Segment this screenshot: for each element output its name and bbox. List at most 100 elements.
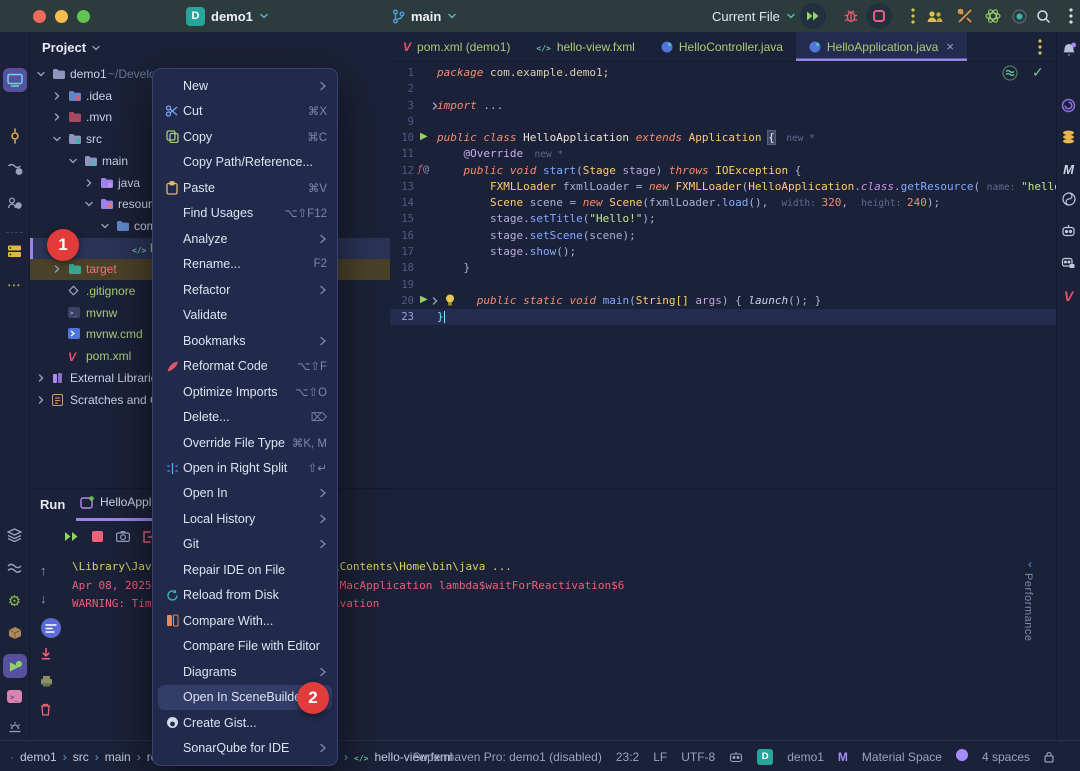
menu-item-validate[interactable]: Validate xyxy=(153,302,337,327)
menu-item-sonarqube-for-ide[interactable]: SonarQube for IDE xyxy=(153,736,337,761)
plugins-button[interactable] xyxy=(980,0,1006,32)
menu-item-local-history[interactable]: Local History xyxy=(153,506,337,531)
chevron-down-icon[interactable] xyxy=(68,156,78,166)
caret-position[interactable]: 23:2 xyxy=(616,750,639,764)
menu-item-paste[interactable]: Paste⌘V xyxy=(153,175,337,200)
line-ending-selector[interactable]: LF xyxy=(653,750,667,764)
indent-selector[interactable]: 4 spaces xyxy=(982,750,1030,764)
tool-stripe-terminal-button[interactable]: >_ xyxy=(0,690,29,703)
plugin-swirl-icon[interactable] xyxy=(1057,192,1080,206)
scroll-to-end-button[interactable] xyxy=(40,647,52,660)
menu-item-new[interactable]: New xyxy=(153,73,337,98)
minimize-window-button[interactable] xyxy=(55,10,68,23)
project-badge[interactable]: D xyxy=(757,748,773,765)
menu-item-copy-path-reference-[interactable]: Copy Path/Reference... xyxy=(153,149,337,174)
chevron-down-icon[interactable] xyxy=(100,221,110,231)
chevron-down-icon[interactable] xyxy=(84,199,94,209)
maven-v-icon[interactable]: V xyxy=(1057,288,1080,304)
project-switcher[interactable]: D demo1 xyxy=(186,0,269,32)
clear-console-button[interactable] xyxy=(40,703,51,716)
chevron-down-icon[interactable] xyxy=(36,69,46,79)
stop-button[interactable] xyxy=(866,0,892,32)
chevron-right-icon[interactable] xyxy=(52,91,62,101)
breadcrumb-item-demo1[interactable]: demo1 xyxy=(20,750,57,764)
tab-helloapplication-java[interactable]: HelloApplication.java× xyxy=(796,32,967,61)
menu-item-copy[interactable]: Copy⌘C xyxy=(153,124,337,149)
menu-item-create-gist-[interactable]: Create Gist... xyxy=(153,710,337,735)
ai-assistant-icon[interactable] xyxy=(1057,98,1080,113)
menu-item-compare-with-[interactable]: Compare With... xyxy=(153,608,337,633)
menu-item-override-file-type[interactable]: Override File Type⌘K, M xyxy=(153,430,337,455)
prev-occurrence-button[interactable]: ↑ xyxy=(40,563,47,578)
chevron-right-icon[interactable] xyxy=(52,112,62,122)
tool-stripe-commit-button[interactable] xyxy=(0,128,29,144)
notifications-bell-icon[interactable] xyxy=(1057,42,1080,58)
menu-item-refactor[interactable]: Refactor xyxy=(153,277,337,302)
tab-hellocontroller-java[interactable]: HelloController.java xyxy=(648,32,796,61)
rerun-button[interactable] xyxy=(64,531,79,542)
no-problems-check-icon[interactable]: ✓ xyxy=(1032,64,1044,81)
menu-item-diagrams[interactable]: Diagrams xyxy=(153,659,337,684)
inspections-widget-icon[interactable] xyxy=(1002,65,1018,81)
screen-record-button[interactable] xyxy=(1006,0,1032,32)
chevron-right-icon[interactable] xyxy=(36,373,46,383)
menu-item-bookmarks[interactable]: Bookmarks xyxy=(153,328,337,353)
run-line-icon[interactable]: ▶ xyxy=(420,131,428,142)
chevron-down-icon[interactable] xyxy=(52,134,62,144)
run-button[interactable] xyxy=(800,0,826,32)
close-window-button[interactable] xyxy=(33,10,46,23)
ai-chat-icon[interactable] xyxy=(1057,256,1080,270)
tool-stripe-run-button[interactable]: ▶ xyxy=(0,654,29,678)
readonly-lock-icon[interactable] xyxy=(1044,751,1054,763)
branch-switcher[interactable]: main xyxy=(392,0,457,32)
menu-item-repair-ide-on-file[interactable]: Repair IDE on File xyxy=(153,557,337,582)
copilot-icon[interactable] xyxy=(1057,224,1080,237)
maven-tool-icon[interactable]: M xyxy=(1057,162,1080,177)
breadcrumb-item-main[interactable]: main xyxy=(105,750,131,764)
chevron-right-icon[interactable] xyxy=(84,178,94,188)
breadcrumb-item-src[interactable]: src xyxy=(73,750,89,764)
database-tool-icon[interactable] xyxy=(1057,130,1080,144)
editor-area[interactable]: 1package com.example.demo1;23import ...9… xyxy=(390,62,1056,488)
tool-stripe-structure-button[interactable] xyxy=(0,244,29,258)
menu-item-reformat-code[interactable]: Reformat Code⌥⇧F xyxy=(153,353,337,378)
copilot-status-icon[interactable] xyxy=(729,751,743,763)
main-menu-kebab-icon[interactable] xyxy=(1058,0,1080,32)
tool-stripe-pull-requests-button[interactable]: ? xyxy=(0,162,29,176)
run-line-icon[interactable]: ▶ xyxy=(420,294,428,305)
capture-snapshot-button[interactable] xyxy=(116,531,130,542)
project-view-selector[interactable]: Project xyxy=(42,40,101,55)
menu-item-delete-[interactable]: Delete...⌦ xyxy=(153,404,337,429)
supermaven-status[interactable]: Supermaven Pro: demo1 (disabled) xyxy=(412,750,601,764)
soft-wrap-button[interactable] xyxy=(40,617,62,639)
printer-icon[interactable] xyxy=(40,675,53,687)
tool-stripe-services-button[interactable] xyxy=(0,528,29,542)
tool-stripe-problems-button[interactable] xyxy=(0,720,29,734)
menu-item-cut[interactable]: Cut⌘X xyxy=(153,98,337,123)
chevron-right-icon[interactable] xyxy=(52,264,62,274)
close-tab-icon[interactable]: × xyxy=(946,39,954,54)
tool-stripe-code-with-me-button[interactable]: ? xyxy=(0,196,29,210)
material-theme-icon[interactable]: M xyxy=(838,750,848,764)
menu-item-find-usages[interactable]: Find Usages⌥⇧F12 xyxy=(153,200,337,225)
menu-item-reload-from-disk[interactable]: Reload from Disk xyxy=(153,583,337,608)
menu-item-rename-[interactable]: Rename...F2 xyxy=(153,251,337,276)
tools-button[interactable] xyxy=(952,0,978,32)
code-with-me-button[interactable] xyxy=(922,0,948,32)
theme-name[interactable]: Material Space xyxy=(862,750,942,764)
debug-button[interactable] xyxy=(838,0,864,32)
tab-performance[interactable]: Performance xyxy=(1022,573,1034,641)
accent-color-dot[interactable] xyxy=(956,749,968,764)
menu-item-analyze[interactable]: Analyze xyxy=(153,226,337,251)
tool-stripe-build-button[interactable]: ⚙ xyxy=(0,592,29,610)
next-occurrence-button[interactable]: ↓ xyxy=(40,591,47,606)
tool-stripe-more-button[interactable]: ∙∙∙ xyxy=(0,280,29,292)
collapse-panel-icon[interactable]: ‹ xyxy=(1028,557,1032,571)
chevron-right-icon[interactable] xyxy=(36,395,46,405)
status-project-name[interactable]: demo1 xyxy=(787,750,824,764)
menu-item-open-in-right-split[interactable]: Open in Right Split⇧↵ xyxy=(153,455,337,480)
menu-item-optimize-imports[interactable]: Optimize Imports⌥⇧O xyxy=(153,379,337,404)
tab-pom-xml-demo1-[interactable]: Vpom.xml (demo1) xyxy=(390,32,523,61)
menu-item-git[interactable]: Git xyxy=(153,532,337,557)
zoom-window-button[interactable] xyxy=(77,10,90,23)
